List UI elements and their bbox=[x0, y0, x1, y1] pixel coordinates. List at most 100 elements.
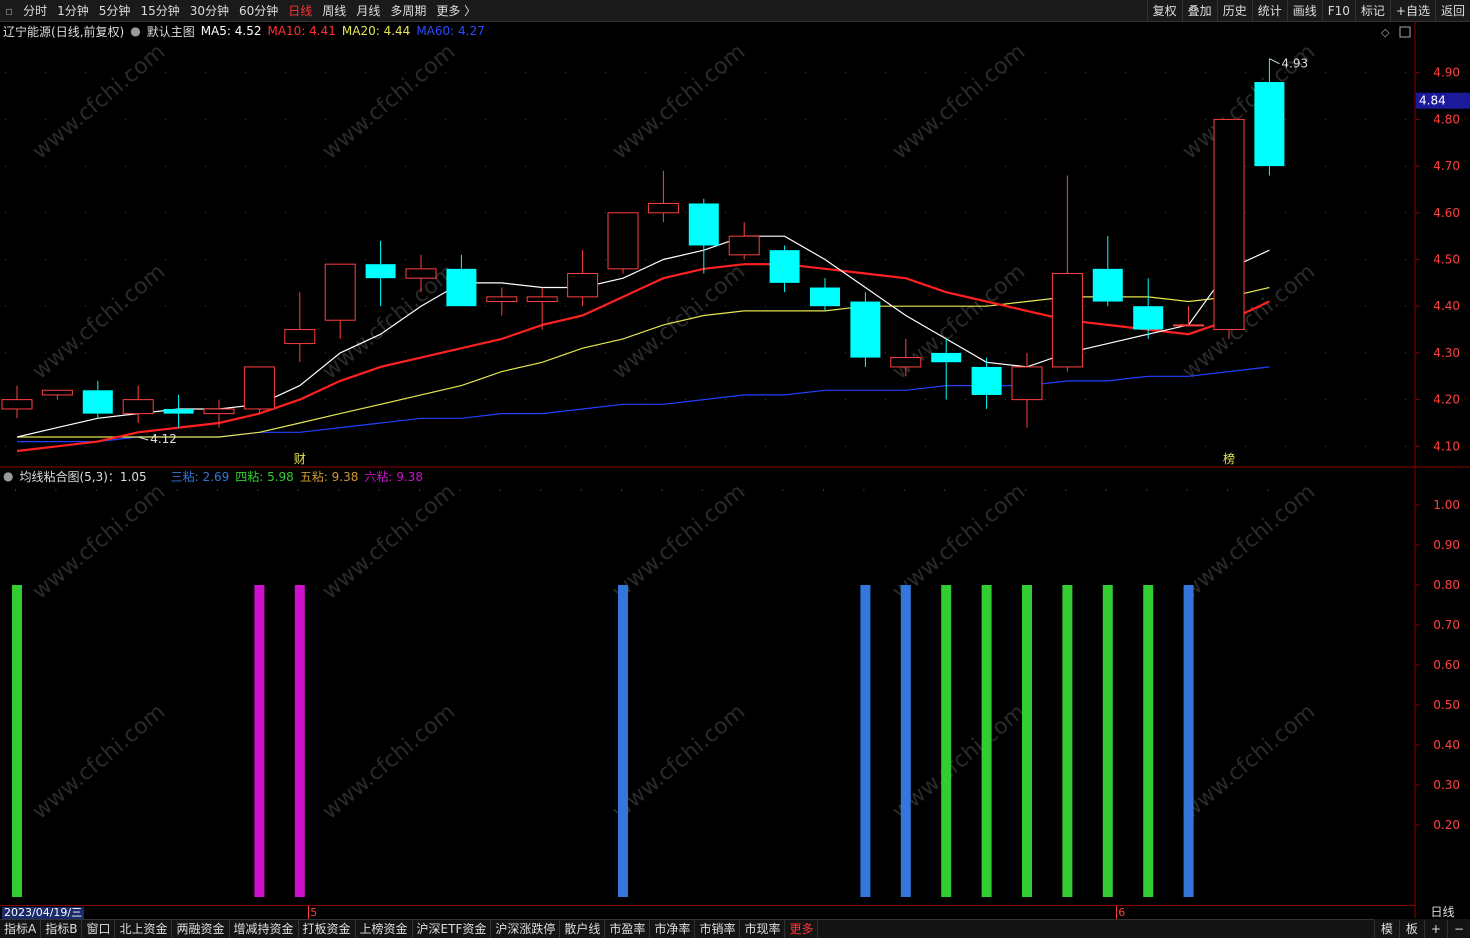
bottom-tab-10[interactable]: 散户线 bbox=[560, 920, 606, 938]
indicator-bar-9 bbox=[1062, 585, 1073, 897]
watermark-text: www.cfchi.com bbox=[608, 259, 750, 384]
event-marker-1: 榜 bbox=[1223, 451, 1235, 466]
month-label-1: 6 bbox=[1118, 906, 1126, 919]
price-tick-label: 4.80 bbox=[1433, 112, 1460, 126]
candle-body-up bbox=[405, 268, 437, 279]
bottom-tab-7[interactable]: 上榜资金 bbox=[356, 920, 413, 938]
bottom-tab-14[interactable]: 市现率 bbox=[740, 920, 786, 938]
candle-body-up bbox=[1, 399, 33, 410]
candle-body-up bbox=[486, 296, 518, 303]
bottom-control-3[interactable]: − bbox=[1446, 919, 1470, 938]
candle-body-down bbox=[1133, 306, 1164, 330]
bottom-tab-13[interactable]: 市销率 bbox=[695, 920, 741, 938]
candle-body-down bbox=[769, 250, 800, 283]
bottom-control-0[interactable]: 模 bbox=[1373, 919, 1399, 938]
price-tick-label: 4.70 bbox=[1433, 159, 1460, 173]
watermark-text: www.cfchi.com bbox=[28, 699, 170, 824]
sub-tick-label: 0.50 bbox=[1433, 698, 1460, 712]
candle-body-up bbox=[1213, 118, 1245, 331]
month-label-0: 5 bbox=[310, 906, 318, 919]
candle-body-down bbox=[163, 408, 194, 414]
sub-tick-label: 0.70 bbox=[1433, 618, 1460, 632]
watermark-text: www.cfchi.com bbox=[318, 479, 460, 604]
candle-body-up bbox=[890, 357, 922, 368]
candle-body-up bbox=[243, 366, 275, 410]
indicator-bar-4 bbox=[860, 585, 871, 897]
chart-grid bbox=[0, 22, 1470, 918]
sub-tick-label: 0.80 bbox=[1433, 578, 1460, 592]
candle-body-up bbox=[41, 389, 73, 396]
indicator-bar-6 bbox=[941, 585, 952, 897]
bottom-control-2[interactable]: + bbox=[1423, 919, 1447, 938]
bottom-tab-12[interactable]: 市净率 bbox=[650, 920, 696, 938]
candle-body-up bbox=[567, 273, 599, 298]
watermark-text: www.cfchi.com bbox=[1178, 479, 1320, 604]
bottom-right-controls: 模板 + − bbox=[1373, 919, 1470, 938]
sub-tick-label: 1.00 bbox=[1433, 498, 1460, 512]
high-label: 4.93 bbox=[1281, 57, 1308, 71]
bottom-tab-3[interactable]: 北上资金 bbox=[115, 920, 173, 938]
bottom-control-1[interactable]: 板 bbox=[1398, 919, 1424, 938]
price-tick-label: 4.40 bbox=[1433, 299, 1460, 313]
indicator-bar-11 bbox=[1143, 585, 1154, 897]
indicator-bar-1 bbox=[254, 585, 265, 897]
sub-tick-label: 0.90 bbox=[1433, 538, 1460, 552]
indicator-bar-5 bbox=[900, 585, 911, 897]
candle-body-down bbox=[850, 301, 881, 358]
bottom-tab-1[interactable]: 指标B bbox=[41, 920, 83, 938]
bottom-tab-5[interactable]: 增减持资金 bbox=[230, 920, 299, 938]
bottom-tab-11[interactable]: 市盈率 bbox=[605, 920, 651, 938]
current-price-label: 4.84 bbox=[1419, 94, 1446, 108]
sub-tick-label: 0.30 bbox=[1433, 778, 1460, 792]
watermark-text: www.cfchi.com bbox=[608, 39, 750, 164]
watermark-text: www.cfchi.com bbox=[1178, 699, 1320, 824]
bottom-tab-0[interactable]: 指标A bbox=[0, 920, 42, 938]
bottom-tab-15[interactable]: 更多 bbox=[785, 920, 819, 938]
price-tick-label: 4.30 bbox=[1433, 346, 1460, 360]
price-tick-label: 4.50 bbox=[1433, 253, 1460, 267]
indicator-bar-2 bbox=[294, 585, 305, 897]
ma60-polyline bbox=[17, 366, 1270, 443]
indicator-bar-7 bbox=[981, 585, 992, 897]
bottom-tab-2[interactable]: 窗口 bbox=[82, 920, 116, 938]
date-axis: 2023/04/19/三 5 6 bbox=[0, 905, 1415, 920]
candle-body-up bbox=[1051, 273, 1083, 368]
candle-body-down bbox=[446, 268, 477, 307]
watermark-text: www.cfchi.com bbox=[608, 479, 750, 604]
candle-body-down bbox=[688, 203, 719, 246]
price-tick-label: 4.90 bbox=[1433, 66, 1460, 80]
event-marker-0: 财 bbox=[294, 452, 306, 466]
candle-body-up bbox=[728, 235, 760, 256]
candle-body-down bbox=[1092, 268, 1123, 302]
chart-canvas[interactable]: www.cfchi.com www.cfchi.com www.cfchi.com w… bbox=[0, 0, 1470, 918]
diamond-icon: ◇ bbox=[1381, 26, 1390, 39]
bottom-tab-6[interactable]: 打板资金 bbox=[299, 920, 356, 938]
candle-body-up bbox=[526, 296, 558, 303]
price-tick-label: 4.60 bbox=[1433, 206, 1460, 220]
period-label[interactable]: 日线 bbox=[1415, 905, 1470, 919]
watermark-text: www.cfchi.com bbox=[28, 259, 170, 384]
sub-tick-label: 0.40 bbox=[1433, 738, 1460, 752]
watermark-layer: www.cfchi.com www.cfchi.com www.cfchi.com w… bbox=[28, 39, 1320, 824]
bottom-tab-9[interactable]: 沪深涨跌停 bbox=[491, 920, 561, 938]
current-date: 2023/04/19/三 bbox=[2, 906, 85, 919]
candle-body-down bbox=[82, 390, 113, 414]
indicator-bar-8 bbox=[1022, 585, 1032, 897]
candle-body-up bbox=[607, 212, 639, 270]
candle-body-up bbox=[122, 399, 154, 415]
candle-body-up bbox=[324, 263, 356, 321]
bottom-tabs: 指标A 指标B 窗口 北上资金 两融资金 增减持资金 打板资金 上榜资金 沪深ETF资金 沪深涨跌… bbox=[0, 919, 1470, 938]
candle-body-down bbox=[1254, 82, 1285, 167]
watermark-text: www.cfchi.com bbox=[318, 39, 460, 164]
indicator-bar-3 bbox=[618, 585, 628, 897]
watermark-text: www.cfchi.com bbox=[1178, 259, 1320, 384]
bottom-tab-8[interactable]: 沪深ETF资金 bbox=[413, 920, 492, 938]
bottom-tab-4[interactable]: 两融资金 bbox=[172, 920, 230, 938]
month-tick bbox=[308, 906, 310, 920]
candle-body-up bbox=[203, 408, 235, 415]
watermark-text: www.cfchi.com bbox=[28, 479, 170, 604]
candle-body-down bbox=[971, 366, 1002, 395]
low-label: 4.12 bbox=[150, 432, 177, 446]
month-tick bbox=[1116, 906, 1118, 920]
candle-body-down bbox=[365, 264, 396, 279]
